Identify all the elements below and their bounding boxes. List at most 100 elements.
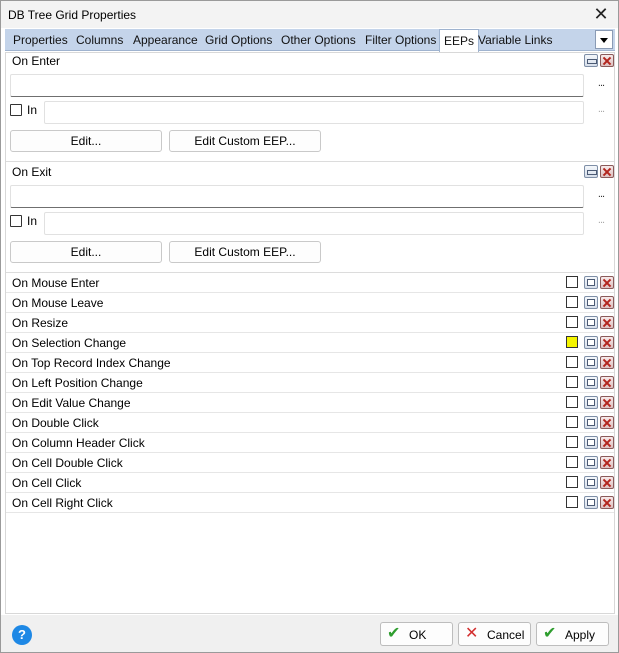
tab-properties[interactable]: Properties (9, 30, 72, 51)
event-row-on-edit-value-change: On Edit Value Change (6, 393, 614, 413)
remove-event-button[interactable] (600, 276, 614, 289)
close-icon[interactable]: ✕ (592, 4, 610, 24)
event-label: On Column Header Click (12, 436, 145, 450)
tab-appearance[interactable]: Appearance (129, 30, 202, 51)
edit-event-button[interactable] (584, 416, 598, 429)
tab-eeps[interactable]: EEPs (439, 29, 480, 52)
event-label: On Edit Value Change (12, 396, 131, 410)
ok-button[interactable]: ✔ OK (380, 622, 453, 646)
cancel-button[interactable]: ✕ Cancel (458, 622, 531, 646)
apply-button[interactable]: ✔ Apply (536, 622, 609, 646)
on-exit-in-browse-button[interactable]: ... (594, 214, 608, 226)
remove-on-exit-button[interactable] (600, 165, 614, 178)
remove-on-enter-button[interactable] (600, 54, 614, 67)
on-exit-in-label: In (27, 214, 38, 228)
event-checkbox[interactable] (566, 416, 578, 428)
event-checkbox[interactable] (566, 356, 578, 368)
tab-columns[interactable]: Columns (72, 30, 127, 51)
tab-filter-options[interactable]: Filter Options (361, 30, 440, 51)
on-exit-edit-custom-eep-button[interactable]: Edit Custom EEP... (169, 241, 321, 263)
event-label: On Top Record Index Change (12, 356, 171, 370)
eeps-panel: On Enter ... In ... Edit... Edit Custom … (5, 52, 615, 614)
on-exit-edit-button[interactable]: Edit... (10, 241, 162, 263)
divider (6, 161, 614, 162)
event-row-on-column-header-click: On Column Header Click (6, 433, 614, 453)
event-label: On Mouse Leave (12, 296, 104, 310)
tab-other-options[interactable]: Other Options (277, 30, 360, 51)
event-row-on-left-position-change: On Left Position Change (6, 373, 614, 393)
on-exit-field[interactable] (10, 185, 584, 208)
event-row-on-mouse-enter: On Mouse Enter (6, 273, 614, 293)
remove-event-button[interactable] (600, 496, 614, 509)
remove-event-button[interactable] (600, 296, 614, 309)
collapse-on-enter-button[interactable] (584, 54, 598, 67)
edit-event-button[interactable] (584, 376, 598, 389)
edit-event-button[interactable] (584, 336, 598, 349)
remove-event-button[interactable] (600, 376, 614, 389)
on-enter-in-browse-button[interactable]: ... (594, 103, 608, 115)
edit-event-button[interactable] (584, 476, 598, 489)
event-checkbox[interactable] (566, 396, 578, 408)
remove-event-button[interactable] (600, 476, 614, 489)
event-label: On Cell Right Click (12, 496, 113, 510)
remove-event-button[interactable] (600, 316, 614, 329)
on-enter-in-label: In (27, 103, 38, 117)
tab-bar: Properties Columns Appearance Grid Optio… (5, 29, 615, 52)
event-label: On Double Click (12, 416, 99, 430)
remove-event-button[interactable] (600, 336, 614, 349)
on-enter-in-checkbox[interactable] (10, 104, 22, 116)
event-checkbox[interactable] (566, 276, 578, 288)
edit-event-button[interactable] (584, 456, 598, 469)
event-label: On Resize (12, 316, 69, 330)
event-label: On Left Position Change (12, 376, 143, 390)
tab-list-dropdown[interactable] (595, 30, 613, 49)
window-title: DB Tree Grid Properties (8, 8, 137, 22)
on-enter-label: On Enter (12, 54, 61, 68)
remove-event-button[interactable] (600, 456, 614, 469)
cross-icon: ✕ (465, 625, 479, 642)
collapse-on-exit-button[interactable] (584, 165, 598, 178)
remove-event-button[interactable] (600, 396, 614, 409)
event-checkbox[interactable] (566, 436, 578, 448)
edit-event-button[interactable] (584, 356, 598, 369)
edit-event-button[interactable] (584, 316, 598, 329)
remove-event-button[interactable] (600, 356, 614, 369)
event-checkbox[interactable] (566, 496, 578, 508)
edit-event-button[interactable] (584, 496, 598, 509)
event-checkbox[interactable] (566, 456, 578, 468)
on-exit-in-checkbox[interactable] (10, 215, 22, 227)
edit-event-button[interactable] (584, 276, 598, 289)
event-row-on-cell-click: On Cell Click (6, 473, 614, 493)
event-checkbox[interactable] (566, 296, 578, 308)
cancel-label: Cancel (487, 628, 525, 642)
event-checkbox[interactable] (566, 476, 578, 488)
on-exit-in-field[interactable] (44, 212, 584, 235)
on-enter-edit-custom-eep-button[interactable]: Edit Custom EEP... (169, 130, 321, 152)
tab-grid-options[interactable]: Grid Options (201, 30, 276, 51)
event-label: On Mouse Enter (12, 276, 100, 290)
tab-variable-links[interactable]: Variable Links (474, 30, 556, 51)
event-checkbox[interactable] (566, 316, 578, 328)
on-exit-browse-button[interactable]: ... (594, 188, 608, 200)
event-label: On Cell Double Click (12, 456, 123, 470)
event-checkbox[interactable] (566, 376, 578, 388)
event-row-on-top-record-index-change: On Top Record Index Change (6, 353, 614, 373)
remove-event-button[interactable] (600, 436, 614, 449)
remove-event-button[interactable] (600, 416, 614, 429)
event-label: On Cell Click (12, 476, 82, 490)
event-row-on-mouse-leave: On Mouse Leave (6, 293, 614, 313)
help-icon[interactable]: ? (12, 625, 32, 645)
dialog-footer: ? ✔ OK ✕ Cancel ✔ Apply (1, 615, 618, 652)
ok-label: OK (409, 628, 427, 642)
event-row-on-cell-right-click: On Cell Right Click (6, 493, 614, 513)
event-checkbox[interactable] (566, 336, 578, 348)
edit-event-button[interactable] (584, 296, 598, 309)
on-enter-browse-button[interactable]: ... (594, 77, 608, 89)
edit-event-button[interactable] (584, 436, 598, 449)
edit-event-button[interactable] (584, 396, 598, 409)
checkmark-icon: ✔ (387, 625, 401, 642)
on-enter-field[interactable] (10, 74, 584, 97)
event-row-on-resize: On Resize (6, 313, 614, 333)
on-enter-edit-button[interactable]: Edit... (10, 130, 162, 152)
on-enter-in-field[interactable] (44, 101, 584, 124)
